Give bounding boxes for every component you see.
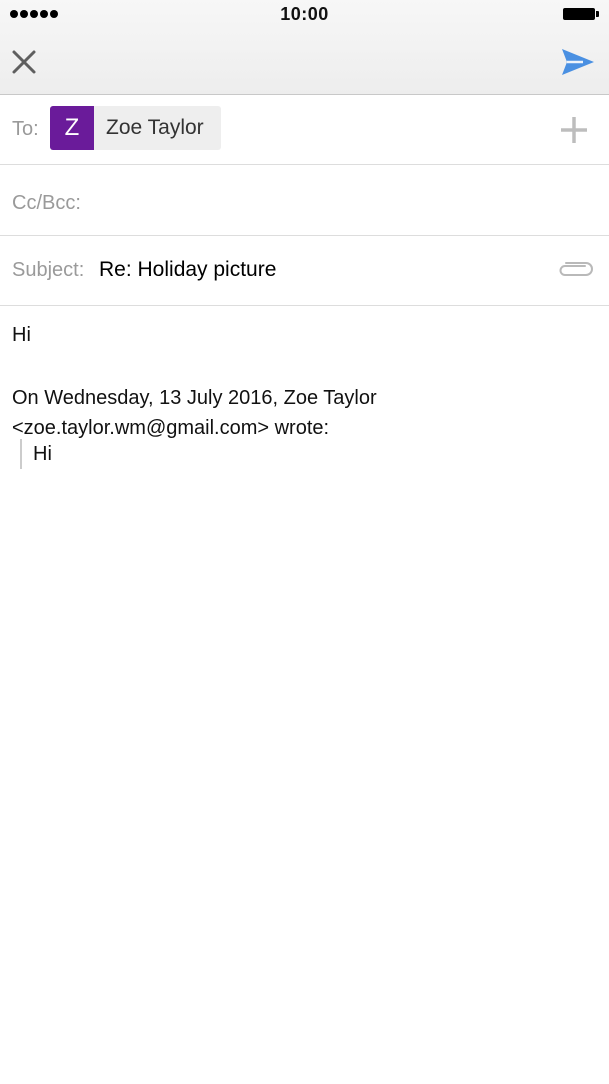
top-bar: 10:00	[0, 0, 609, 95]
quoted-text: Hi	[33, 443, 52, 465]
to-label: To:	[12, 118, 39, 140]
recipient-name: Zoe Taylor	[106, 116, 204, 139]
attribution-line-1: On Wednesday, 13 July 2016, Zoe Taylor	[12, 387, 377, 409]
subject-row: Subject: Re: Holiday picture	[0, 236, 609, 306]
quoted-message: Hi	[20, 439, 52, 469]
quote-attribution: On Wednesday, 13 July 2016, Zoe Taylor <…	[12, 383, 377, 443]
recipient-chip[interactable]: Z Zoe Taylor	[50, 106, 221, 150]
add-recipient-button[interactable]	[559, 115, 589, 145]
status-bar: 10:00	[0, 0, 609, 30]
subject-field[interactable]: Re: Holiday picture	[99, 258, 276, 282]
plus-icon	[561, 117, 587, 143]
attach-button[interactable]	[555, 260, 593, 280]
close-icon	[12, 50, 36, 74]
send-icon	[562, 49, 594, 75]
message-body[interactable]: Hi On Wednesday, 13 July 2016, Zoe Taylo…	[0, 306, 609, 1084]
close-button[interactable]	[8, 46, 40, 78]
cc-bcc-field[interactable]: Cc/Bcc:	[0, 165, 609, 236]
to-row: To: Z Zoe Taylor	[0, 95, 609, 165]
send-button[interactable]	[559, 45, 597, 79]
battery-icon	[563, 8, 599, 20]
avatar: Z	[50, 106, 94, 150]
subject-label: Subject:	[12, 259, 85, 281]
paperclip-icon	[559, 262, 593, 276]
body-greeting: Hi	[12, 324, 31, 346]
cc-bcc-label: Cc/Bcc:	[12, 192, 81, 214]
status-time: 10:00	[280, 4, 329, 24]
attribution-line-2: <zoe.taylor.wm@gmail.com> wrote:	[12, 417, 330, 439]
